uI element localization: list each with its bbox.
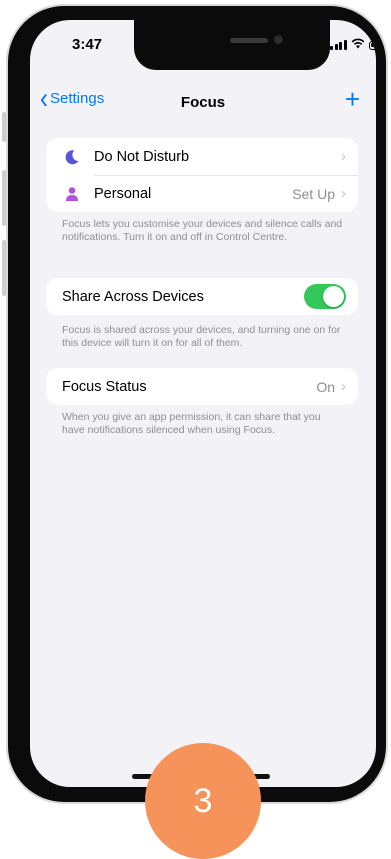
screen: 3:47 ‹ Settings Focus + Do Not Disturb ›… bbox=[30, 20, 376, 787]
moon-icon bbox=[62, 149, 82, 165]
front-camera bbox=[274, 35, 283, 44]
focus-status-row[interactable]: Focus Status On › bbox=[46, 368, 358, 405]
add-focus-button[interactable]: + bbox=[345, 84, 360, 115]
signal-icon bbox=[330, 40, 347, 50]
share-group: Share Across Devices bbox=[46, 278, 358, 315]
focus-status-value: On bbox=[316, 378, 335, 395]
share-toggle[interactable] bbox=[304, 284, 346, 309]
chevron-right-icon: › bbox=[341, 378, 346, 395]
focus-modes-group: Do Not Disturb › Personal Set Up › bbox=[46, 138, 358, 212]
chevron-right-icon: › bbox=[341, 185, 346, 202]
focus-mode-do-not-disturb[interactable]: Do Not Disturb › bbox=[46, 138, 358, 175]
focus-mode-detail: Set Up bbox=[292, 185, 335, 202]
wifi-icon bbox=[351, 38, 365, 52]
battery-icon bbox=[368, 40, 376, 50]
focus-status-group: Focus Status On › bbox=[46, 368, 358, 405]
nav-bar: ‹ Settings Focus + bbox=[30, 80, 376, 124]
share-label: Share Across Devices bbox=[62, 288, 204, 305]
focus-status-footnote: When you give an app permission, it can … bbox=[62, 411, 321, 436]
side-button-volume-up bbox=[2, 170, 6, 226]
focus-mode-label: Do Not Disturb bbox=[94, 148, 190, 165]
side-button-volume-down bbox=[2, 240, 6, 296]
phone-frame: 3:47 ‹ Settings Focus + Do Not Disturb ›… bbox=[8, 6, 386, 802]
status-icons bbox=[330, 38, 376, 52]
focus-status-label: Focus Status bbox=[62, 378, 147, 395]
share-across-devices-row: Share Across Devices bbox=[46, 278, 358, 315]
toggle-knob bbox=[323, 286, 344, 307]
focus-mode-label: Personal bbox=[94, 185, 152, 202]
person-icon bbox=[62, 186, 82, 202]
step-badge: 3 bbox=[145, 743, 261, 859]
notch bbox=[134, 20, 330, 70]
speaker bbox=[230, 38, 268, 43]
side-button-silent bbox=[2, 112, 6, 142]
share-footnote: Focus is shared across your devices, and… bbox=[62, 324, 341, 349]
focus-mode-personal[interactable]: Personal Set Up › bbox=[46, 175, 358, 212]
status-time: 3:47 bbox=[72, 36, 103, 53]
chevron-right-icon: › bbox=[341, 148, 346, 165]
page-title: Focus bbox=[180, 94, 226, 111]
focus-footnote: Focus lets you customise your devices an… bbox=[62, 218, 343, 243]
